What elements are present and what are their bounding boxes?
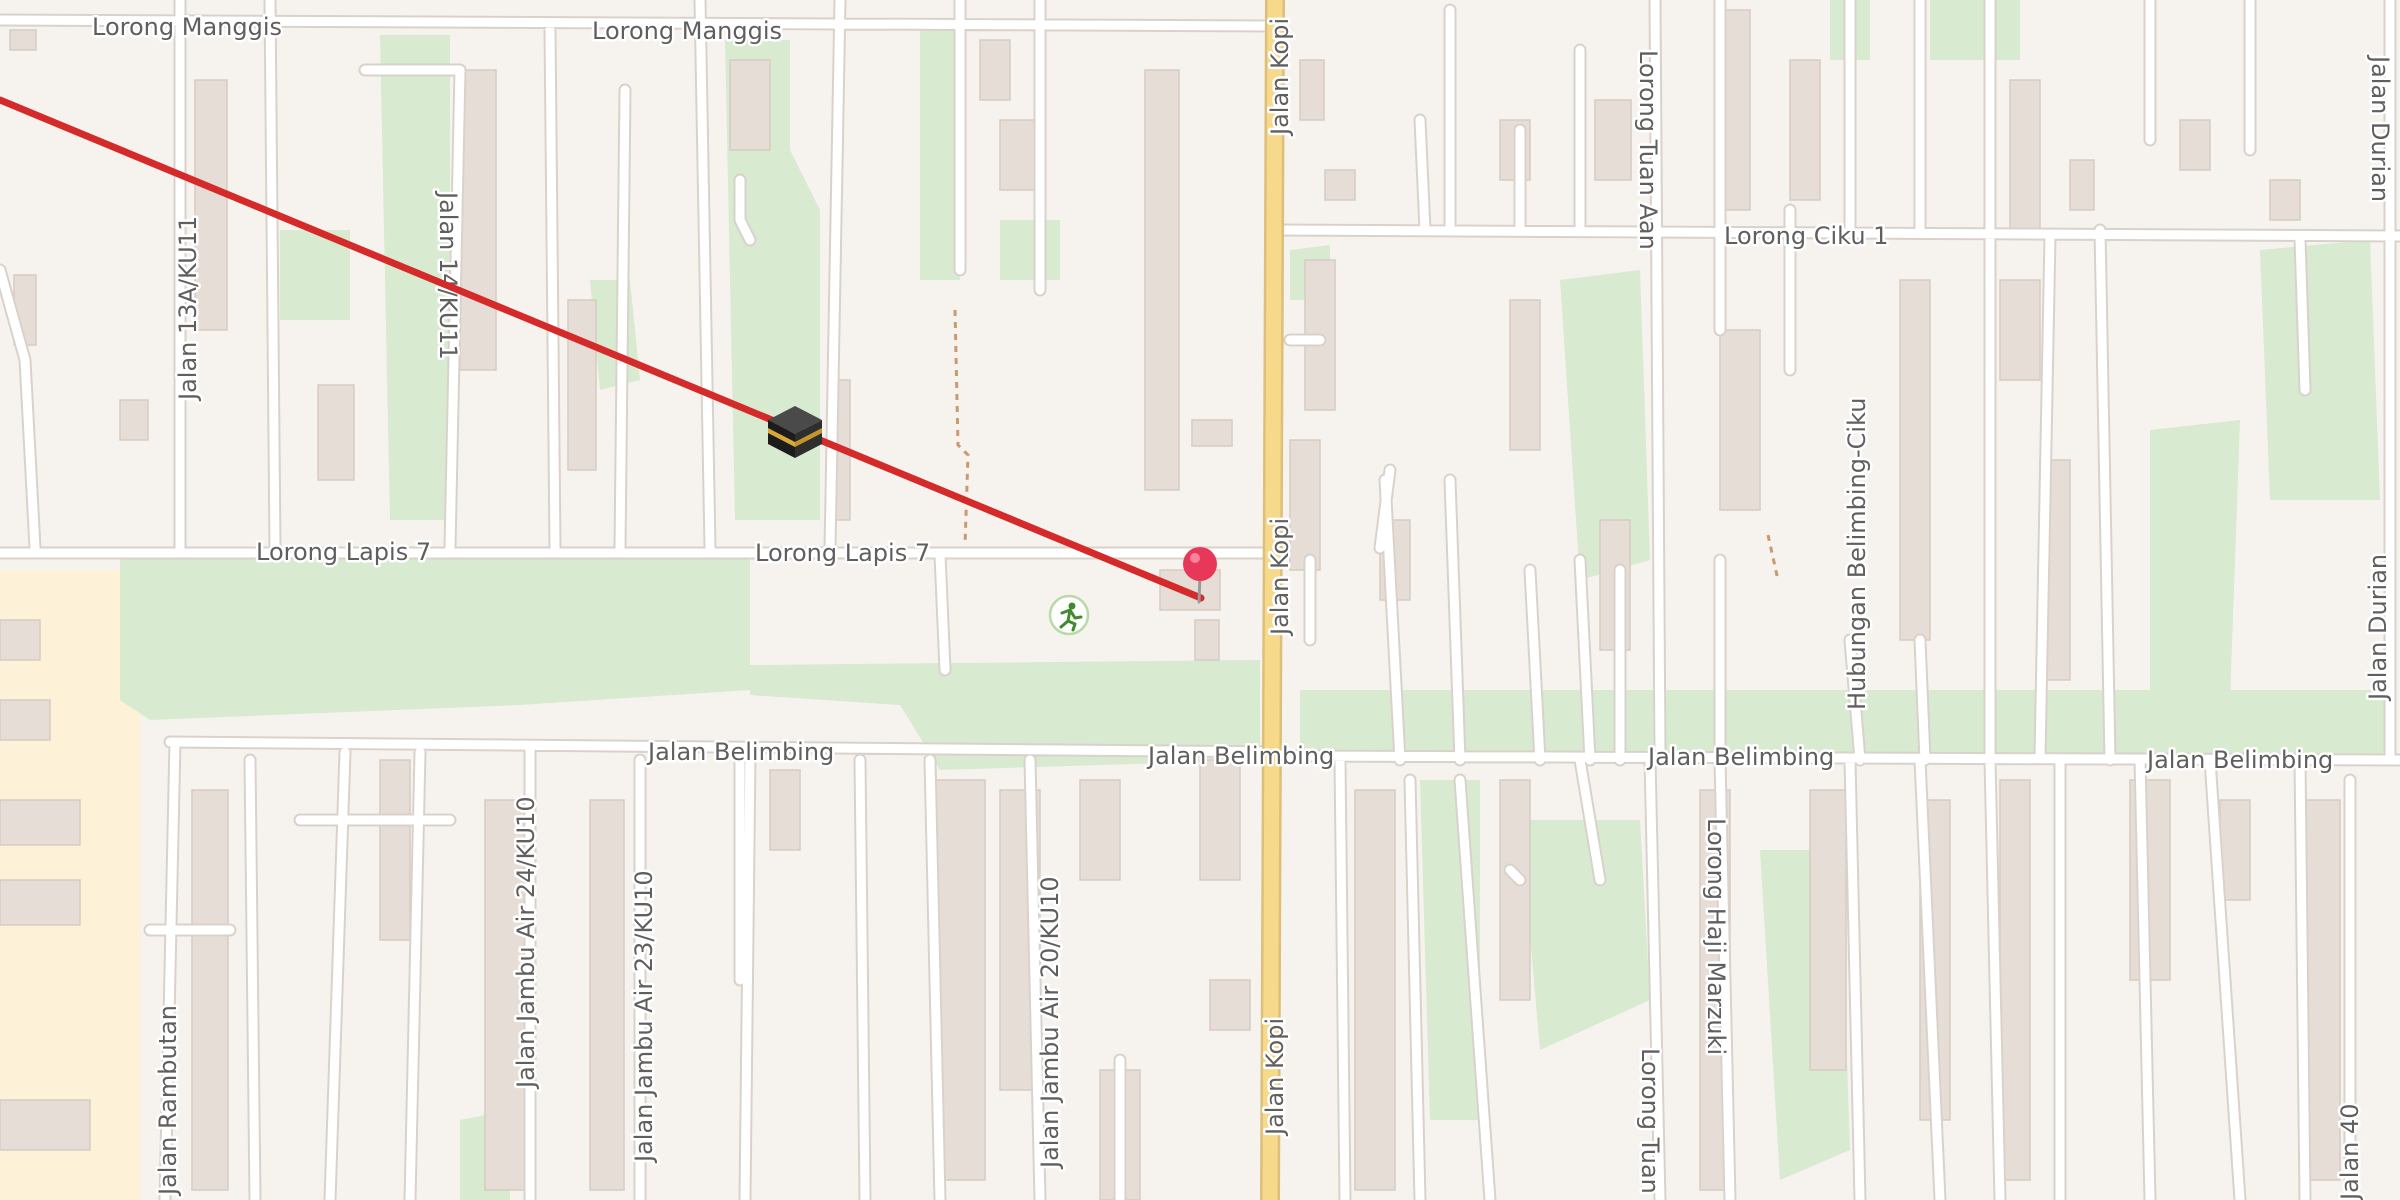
building: [1719, 329, 1761, 511]
building: [1324, 169, 1356, 201]
building: [567, 299, 597, 471]
building: [2269, 179, 2301, 221]
park-area: [1930, 0, 2020, 60]
building: [0, 1099, 91, 1151]
street-label: Jalan Jambu Air 23/KU10: [630, 870, 658, 1164]
street-label: Jalan Jambu Air 24/KU10: [512, 796, 540, 1090]
street-label: Jalan Kopi: [1266, 18, 1294, 137]
street-label: Jalan Kopi: [1261, 1018, 1289, 1137]
map-canvas[interactable]: Lorong Manggis Lorong Manggis Jalan 13A/…: [0, 0, 2400, 1200]
street-label: Hubungan Belimbing-Ciku: [1843, 398, 1871, 710]
building: [1899, 279, 1931, 641]
running-person-icon[interactable]: [1048, 594, 1090, 636]
building: [1299, 59, 1325, 121]
street-label: Jalan Rambutan: [154, 1005, 182, 1197]
building: [1191, 419, 1233, 447]
park-area: [1000, 220, 1060, 280]
building: [979, 39, 1011, 101]
street-label: Lorong Manggis: [92, 13, 282, 41]
building: [729, 59, 771, 151]
building: [9, 29, 37, 51]
street-label: Jalan Durian: [2364, 554, 2392, 702]
park-area: [1520, 820, 1650, 1050]
building: [119, 399, 149, 441]
street-label: Lorong Manggis: [592, 17, 782, 45]
street-label: Jalan Belimbing: [1646, 743, 1834, 771]
park-area: [120, 555, 750, 720]
street-label: Jalan Jambu Air 20/KU10: [1036, 876, 1064, 1170]
building: [1199, 759, 1241, 881]
building: [317, 384, 355, 481]
building: [191, 789, 229, 1191]
building: [1209, 979, 1251, 1031]
street-label: Jalan Belimbing: [646, 738, 834, 766]
park-area: [590, 280, 640, 390]
street-label: Jalan Belimbing: [1146, 742, 1334, 770]
building: [2009, 79, 2041, 231]
park-area: [2150, 420, 2240, 700]
building: [0, 699, 51, 741]
street-label: Lorong Lapis 7: [256, 538, 431, 566]
building: [1079, 779, 1121, 881]
footpath: [953, 309, 970, 546]
street-label: Lorong Tuan: [1636, 1048, 1664, 1194]
building: [1809, 789, 1847, 1071]
street-label: Lorong Tuan Aan: [1634, 50, 1662, 250]
street-label: Lorong Haji Marzuki: [1702, 818, 1730, 1055]
street-label: Jalan 14/KU11: [434, 190, 462, 360]
building: [769, 769, 801, 851]
street-label: Jalan Durian: [2366, 54, 2394, 202]
building: [1594, 99, 1632, 181]
street-label: Jalan 13A/KU11: [174, 216, 202, 402]
building: [0, 799, 81, 846]
footpath: [1766, 534, 1780, 581]
building: [1499, 779, 1531, 1001]
building: [1789, 59, 1821, 201]
building: [1194, 619, 1220, 661]
street-label: Lorong Lapis 7: [755, 539, 930, 567]
building: [379, 759, 411, 941]
street-label: Jalan Belimbing: [2145, 746, 2333, 774]
building: [0, 879, 81, 926]
park-area: [2260, 240, 2380, 500]
building: [1144, 69, 1180, 491]
building: [1509, 299, 1541, 451]
building: [2069, 159, 2095, 211]
street-label: Lorong Ciku 1: [1724, 222, 1888, 250]
park-area: [1080, 670, 1140, 700]
street-label: Jalan 40: [2336, 1103, 2364, 1200]
street-label: Jalan Kopi: [1266, 518, 1294, 637]
building: [589, 799, 625, 1191]
building: [2179, 119, 2211, 171]
map-view[interactable]: Lorong Manggis Lorong Manggis Jalan 13A/…: [0, 0, 2400, 1200]
building: [1354, 789, 1396, 1191]
building: [1999, 279, 2041, 381]
building: [0, 619, 41, 661]
building: [1289, 439, 1321, 571]
